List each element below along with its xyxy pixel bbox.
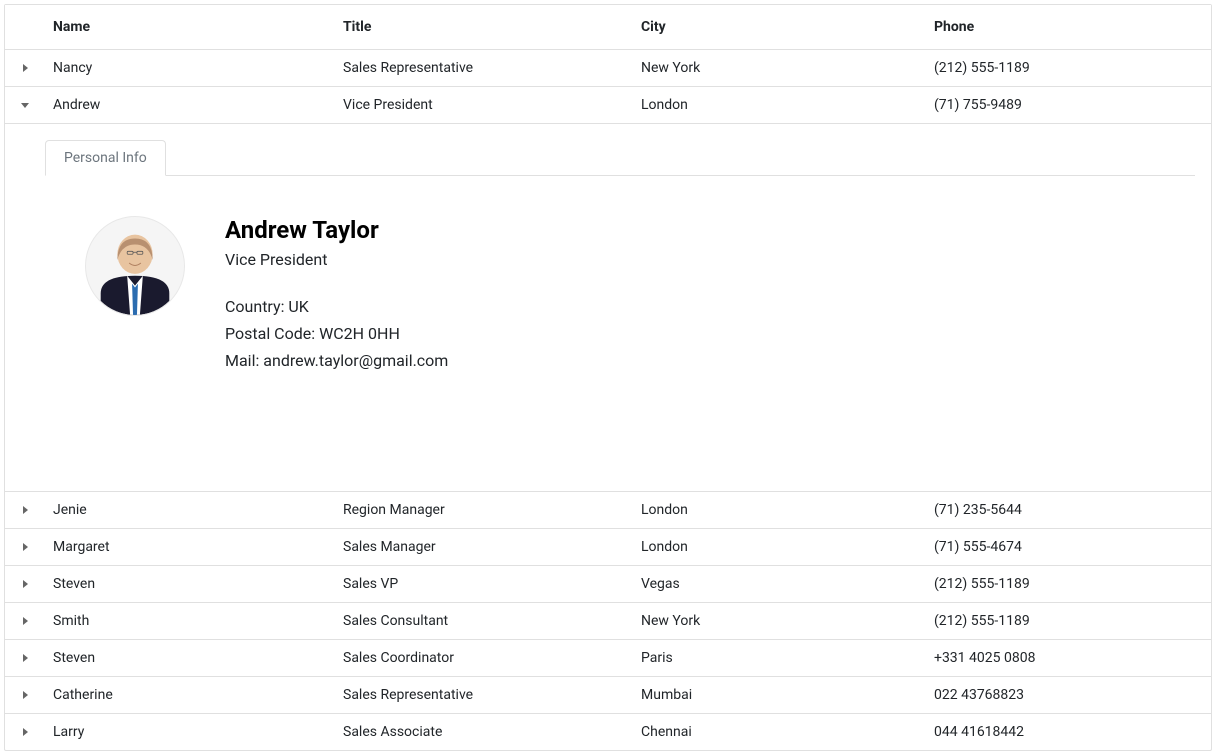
header-title[interactable]: Title <box>335 5 633 49</box>
cell-title: Sales Associate <box>335 714 633 750</box>
cell-name: Catherine <box>45 677 335 713</box>
header-expand-spacer <box>5 5 45 49</box>
detail-country: Country: UK <box>225 293 448 320</box>
cell-name: Smith <box>45 603 335 639</box>
detail-postal: Postal Code: WC2H 0HH <box>225 320 448 347</box>
expand-toggle[interactable] <box>5 654 45 662</box>
cell-phone: (71) 235-5644 <box>926 492 1211 528</box>
cell-phone: (212) 555-1189 <box>926 603 1211 639</box>
chevron-right-icon <box>23 691 28 699</box>
table-row[interactable]: Margaret Sales Manager London (71) 555-4… <box>5 529 1211 566</box>
cell-city: Vegas <box>633 566 926 602</box>
chevron-right-icon <box>23 506 28 514</box>
cell-city: Mumbai <box>633 677 926 713</box>
table-row[interactable]: Andrew Vice President London (71) 755-94… <box>5 87 1211 124</box>
expand-toggle[interactable] <box>5 64 45 72</box>
table-row[interactable]: Nancy Sales Representative New York (212… <box>5 50 1211 87</box>
cell-name: Andrew <box>45 87 335 123</box>
detail-text: Andrew Taylor Vice President Country: UK… <box>225 216 448 375</box>
cell-name: Steven <box>45 640 335 676</box>
table-row[interactable]: Steven Sales VP Vegas (212) 555-1189 <box>5 566 1211 603</box>
cell-phone: (212) 555-1189 <box>926 50 1211 86</box>
avatar <box>85 216 185 316</box>
cell-city: London <box>633 87 926 123</box>
cell-phone: 044 41618442 <box>926 714 1211 750</box>
expand-toggle[interactable] <box>5 580 45 588</box>
chevron-right-icon <box>23 728 28 736</box>
cell-title: Sales Manager <box>335 529 633 565</box>
avatar-image <box>86 217 184 315</box>
cell-name: Larry <box>45 714 335 750</box>
data-grid: Name Title City Phone Nancy Sales Repres… <box>4 4 1212 751</box>
cell-city: Chennai <box>633 714 926 750</box>
header-phone[interactable]: Phone <box>926 5 1211 49</box>
tab-personal-info[interactable]: Personal Info <box>45 140 166 176</box>
expand-toggle[interactable] <box>5 103 45 108</box>
table-row[interactable]: Larry Sales Associate Chennai 044 416184… <box>5 714 1211 750</box>
cell-city: London <box>633 492 926 528</box>
cell-title: Sales Representative <box>335 677 633 713</box>
detail-panel: Personal Info <box>5 124 1211 492</box>
detail-full-name: Andrew Taylor <box>225 216 448 244</box>
chevron-right-icon <box>23 580 28 588</box>
chevron-right-icon <box>23 64 28 72</box>
cell-name: Nancy <box>45 50 335 86</box>
cell-title: Region Manager <box>335 492 633 528</box>
expand-toggle[interactable] <box>5 617 45 625</box>
cell-phone: 022 43768823 <box>926 677 1211 713</box>
cell-name: Margaret <box>45 529 335 565</box>
detail-content: Andrew Taylor Vice President Country: UK… <box>45 176 1195 475</box>
expand-toggle[interactable] <box>5 506 45 514</box>
chevron-right-icon <box>23 617 28 625</box>
cell-phone: (212) 555-1189 <box>926 566 1211 602</box>
cell-name: Steven <box>45 566 335 602</box>
cell-city: Paris <box>633 640 926 676</box>
cell-title: Sales Representative <box>335 50 633 86</box>
table-row[interactable]: Steven Sales Coordinator Paris +331 4025… <box>5 640 1211 677</box>
chevron-right-icon <box>23 654 28 662</box>
cell-name: Jenie <box>45 492 335 528</box>
expand-toggle[interactable] <box>5 691 45 699</box>
cell-city: New York <box>633 603 926 639</box>
cell-city: London <box>633 529 926 565</box>
cell-phone: (71) 555-4674 <box>926 529 1211 565</box>
table-row[interactable]: Catherine Sales Representative Mumbai 02… <box>5 677 1211 714</box>
header-city[interactable]: City <box>633 5 926 49</box>
cell-title: Sales Coordinator <box>335 640 633 676</box>
expand-toggle[interactable] <box>5 728 45 736</box>
detail-title: Vice President <box>225 250 448 269</box>
header-name[interactable]: Name <box>45 5 335 49</box>
cell-phone: +331 4025 0808 <box>926 640 1211 676</box>
tab-bar: Personal Info <box>45 140 1195 176</box>
cell-title: Sales Consultant <box>335 603 633 639</box>
table-row[interactable]: Smith Sales Consultant New York (212) 55… <box>5 603 1211 640</box>
cell-title: Vice President <box>335 87 633 123</box>
table-row[interactable]: Jenie Region Manager London (71) 235-564… <box>5 492 1211 529</box>
chevron-right-icon <box>23 543 28 551</box>
expand-toggle[interactable] <box>5 543 45 551</box>
cell-phone: (71) 755-9489 <box>926 87 1211 123</box>
detail-mail: Mail: andrew.taylor@gmail.com <box>225 347 448 374</box>
chevron-down-icon <box>21 103 29 108</box>
cell-city: New York <box>633 50 926 86</box>
grid-header-row: Name Title City Phone <box>5 5 1211 50</box>
cell-title: Sales VP <box>335 566 633 602</box>
